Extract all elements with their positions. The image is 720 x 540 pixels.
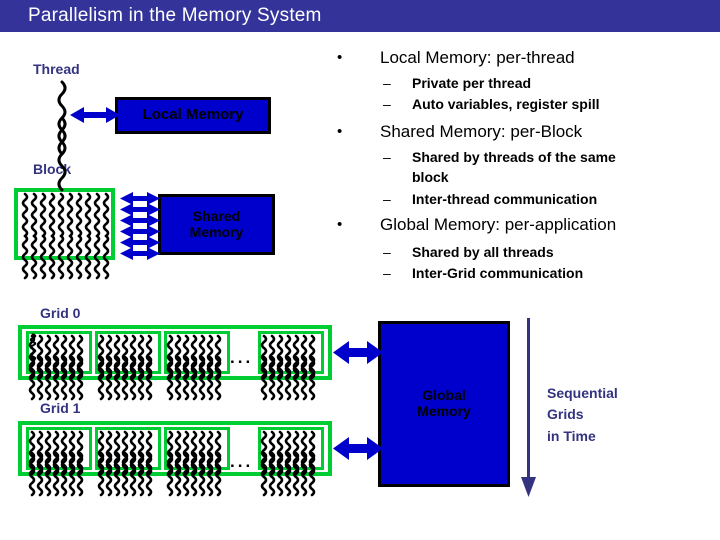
bullet-item-local-memory: • Local Memory: per-thread	[330, 48, 720, 73]
sub-bullet-text: Shared by threads of the same	[412, 149, 616, 165]
grid0-block-2	[95, 331, 161, 374]
grid0-label: Grid 0	[40, 305, 81, 321]
sequential-time-arrow-icon	[521, 318, 536, 497]
bullet-sub-item: – Shared by threads of the same	[330, 148, 720, 169]
grid0-ellipsis: ...	[230, 348, 254, 367]
local-memory-box-label: Local Memory	[142, 106, 244, 124]
grid1-ellipsis: ...	[230, 452, 254, 471]
shared-memory-box: Shared Memory	[158, 194, 275, 255]
bullet-sub-item: – Inter-thread communication	[330, 190, 720, 211]
sub-bullet-text: block	[412, 169, 449, 185]
bullet-marker: •	[337, 123, 343, 140]
sub-bullet-text: Private per thread	[412, 75, 532, 91]
shared-memory-box-label-2: Memory	[189, 223, 244, 240]
shared-memory-box-label-1: Shared	[192, 207, 241, 224]
sub-bullet-text: Shared by all threads	[412, 244, 554, 260]
bullet-item-global-memory: • Global Memory: per-application	[330, 215, 720, 240]
sub-bullet-marker: –	[383, 244, 391, 260]
grid1-block-1	[26, 427, 92, 470]
grid0-block-1	[26, 331, 92, 374]
global-memory-box-label-2: Memory	[417, 403, 471, 419]
grid1-block-2	[95, 427, 161, 470]
grid1-block-3	[164, 427, 230, 470]
sub-bullet-marker: –	[383, 75, 391, 91]
sub-bullet-text: Inter-Grid communication	[412, 265, 584, 281]
bullet-sub-item: – Inter-Grid communication	[330, 264, 720, 285]
global-memory-box-label-1: Global	[422, 387, 466, 404]
bullet-sub-item: – Auto variables, register spill	[330, 95, 720, 116]
sequential-grids-label-1: Sequential	[547, 385, 618, 401]
slide-canvas: Parallelism in the Memory System Thread …	[0, 0, 720, 540]
grid1-label: Grid 1	[40, 400, 81, 416]
local-memory-box: Local Memory	[115, 97, 271, 134]
sub-bullet-text: Auto variables, register spill	[412, 96, 600, 112]
bullet-text: Shared Memory: per-Block	[380, 122, 583, 141]
block-shared-memory-arrows-icon	[120, 192, 160, 260]
global-memory-box: Global Memory	[378, 321, 510, 487]
grid0-block-3	[164, 331, 230, 374]
sub-bullet-marker: –	[383, 191, 391, 207]
bullet-text: Local Memory: per-thread	[380, 48, 575, 67]
grid1-global-memory-arrow-icon	[333, 437, 383, 460]
bullet-sub-item: – Shared by all threads	[330, 243, 720, 264]
sub-bullet-text: Inter-thread communication	[412, 191, 598, 207]
bullet-marker: •	[337, 49, 343, 66]
bullet-sub-item-continuation: block	[330, 169, 720, 190]
bullet-item-shared-memory: • Shared Memory: per-Block	[330, 122, 720, 147]
memory-bullet-list: • Local Memory: per-thread – Private per…	[330, 48, 720, 285]
sequential-grids-label-3: in Time	[547, 428, 596, 444]
sequential-grids-label-2: Grids	[547, 406, 584, 422]
grid1-block-4	[258, 427, 324, 470]
bullet-text: Global Memory: per-application	[380, 215, 617, 234]
grid0-block-4	[258, 331, 324, 374]
bullet-sub-item: – Private per thread	[330, 74, 720, 95]
block-container	[14, 188, 115, 260]
bullet-marker: •	[337, 216, 343, 233]
block-label: Block	[33, 161, 72, 177]
thread-label: Thread	[33, 61, 80, 77]
page-title: Parallelism in the Memory System	[28, 5, 322, 26]
sub-bullet-marker: –	[383, 265, 391, 281]
sub-bullet-marker: –	[383, 96, 391, 112]
thread-local-memory-arrow-icon	[70, 107, 120, 123]
sub-bullet-marker: –	[383, 149, 391, 165]
grid0-global-memory-arrow-icon	[333, 341, 383, 364]
